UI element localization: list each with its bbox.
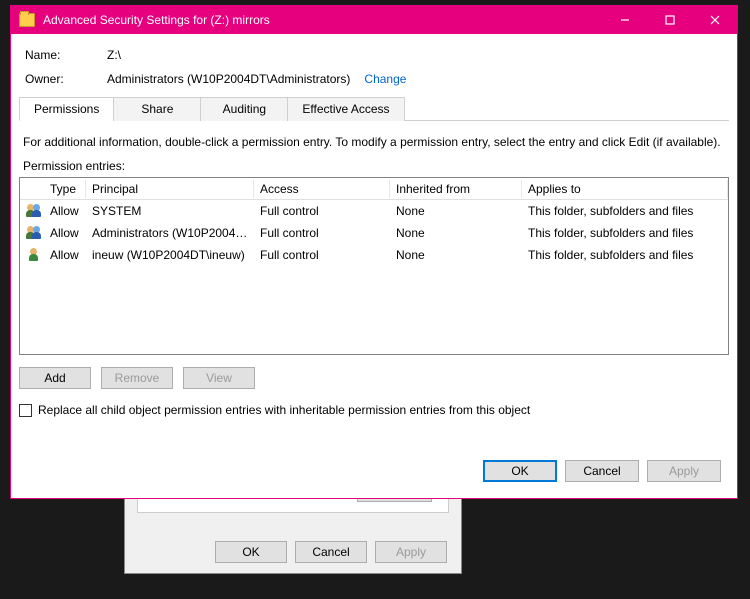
bg-apply-button: Apply [375, 541, 447, 563]
titlebar[interactable]: Advanced Security Settings for (Z:) mirr… [11, 6, 737, 34]
change-owner-link[interactable]: Change [364, 72, 406, 86]
minimize-button[interactable] [602, 6, 647, 34]
cell-type: Allow [44, 226, 86, 240]
remove-button: Remove [101, 367, 173, 389]
cell-applies: This folder, subfolders and files [522, 204, 728, 218]
principal-icon [26, 204, 42, 218]
col-inherited[interactable]: Inherited from [390, 180, 522, 198]
cell-applies: This folder, subfolders and files [522, 226, 728, 240]
add-button[interactable]: Add [19, 367, 91, 389]
tab-share[interactable]: Share [113, 97, 201, 121]
tab-auditing[interactable]: Auditing [200, 97, 288, 121]
bg-cancel-button[interactable]: Cancel [295, 541, 367, 563]
cell-access: Full control [254, 226, 390, 240]
tab-permissions[interactable]: Permissions [19, 97, 114, 121]
replace-child-label: Replace all child object permission entr… [38, 403, 530, 417]
tab-effective-access[interactable]: Effective Access [287, 97, 404, 121]
window-title: Advanced Security Settings for (Z:) mirr… [43, 13, 602, 27]
cell-access: Full control [254, 204, 390, 218]
permission-table[interactable]: Type Principal Access Inherited from App… [19, 177, 729, 355]
cancel-button[interactable]: Cancel [565, 460, 639, 482]
name-value: Z:\ [107, 48, 121, 62]
permission-entries-label: Permission entries: [23, 159, 729, 173]
info-text: For additional information, double-click… [23, 135, 729, 149]
col-type[interactable]: Type [44, 180, 86, 198]
view-button: View [183, 367, 255, 389]
cell-principal: ineuw (W10P2004DT\ineuw) [86, 248, 254, 262]
cell-inherited: None [390, 204, 522, 218]
table-row[interactable]: AllowSYSTEMFull controlNoneThis folder, … [20, 200, 728, 222]
owner-label: Owner: [25, 72, 107, 86]
col-principal[interactable]: Principal [86, 180, 254, 198]
folder-icon [19, 13, 35, 27]
maximize-button[interactable] [647, 6, 692, 34]
col-applies[interactable]: Applies to [522, 180, 728, 198]
replace-child-checkbox[interactable] [19, 404, 32, 417]
tab-strip: Permissions Share Auditing Effective Acc… [19, 96, 729, 121]
cell-principal: SYSTEM [86, 204, 254, 218]
cell-inherited: None [390, 248, 522, 262]
principal-icon [26, 248, 42, 262]
bg-ok-button[interactable]: OK [215, 541, 287, 563]
cell-applies: This folder, subfolders and files [522, 248, 728, 262]
table-row[interactable]: AllowAdministrators (W10P2004DT\...Full … [20, 222, 728, 244]
cell-access: Full control [254, 248, 390, 262]
name-label: Name: [25, 48, 107, 62]
cell-type: Allow [44, 248, 86, 262]
cell-inherited: None [390, 226, 522, 240]
principal-icon [26, 226, 42, 240]
cell-type: Allow [44, 204, 86, 218]
table-header: Type Principal Access Inherited from App… [20, 178, 728, 200]
col-access[interactable]: Access [254, 180, 390, 198]
owner-value: Administrators (W10P2004DT\Administrator… [107, 72, 350, 86]
apply-button: Apply [647, 460, 721, 482]
cell-principal: Administrators (W10P2004DT\... [86, 226, 254, 240]
ok-button[interactable]: OK [483, 460, 557, 482]
table-row[interactable]: Allowineuw (W10P2004DT\ineuw)Full contro… [20, 244, 728, 266]
close-button[interactable] [692, 6, 737, 34]
advanced-security-window: Advanced Security Settings for (Z:) mirr… [10, 5, 738, 499]
